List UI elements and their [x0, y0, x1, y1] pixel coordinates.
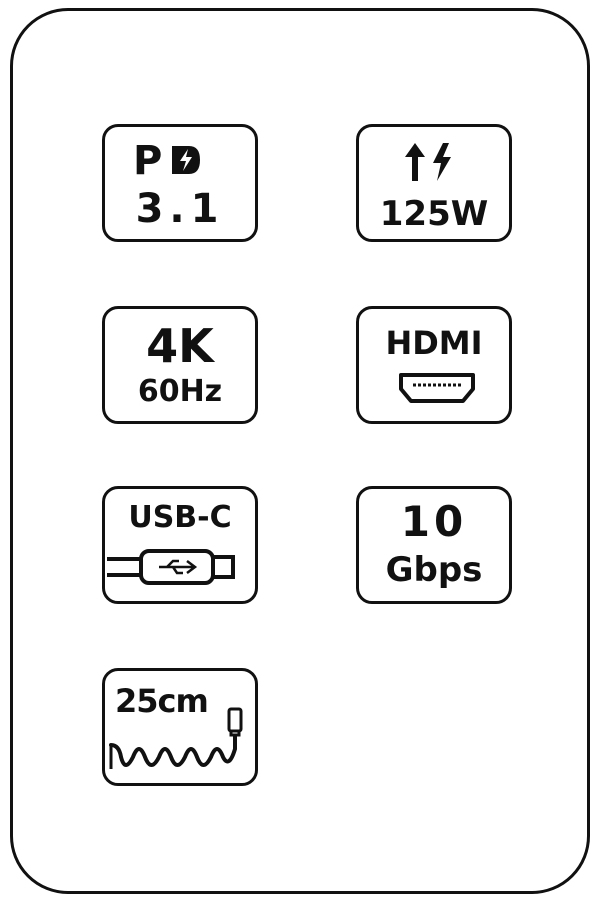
- power-value: 125W: [379, 194, 489, 234]
- usb-c-plug-icon: [107, 549, 235, 585]
- resolution-value: 4K: [146, 319, 214, 373]
- lightning-bolt-icon: [172, 146, 200, 174]
- speed-unit: Gbps: [385, 550, 483, 590]
- coiled-cable-icon: [109, 707, 243, 769]
- speed-badge: 10 Gbps: [356, 486, 512, 604]
- hdmi-port-icon: [399, 373, 475, 403]
- cable-length-badge: 25cm: [102, 668, 258, 786]
- hdmi-badge: HDMI: [356, 306, 512, 424]
- speed-value: 10: [400, 497, 468, 546]
- refresh-rate-value: 60Hz: [137, 374, 223, 409]
- usb-c-badge: USB-C: [102, 486, 258, 604]
- pd-badge: P 3.1 PD: [102, 124, 258, 242]
- pd-version: 3.1: [135, 186, 225, 232]
- hdmi-label: HDMI: [385, 324, 483, 362]
- power-badge: 125W: [356, 124, 512, 242]
- resolution-badge: 4K 60Hz: [102, 306, 258, 424]
- pd-label-p: P: [133, 138, 165, 184]
- up-arrow-lightning-icon: [405, 143, 451, 181]
- usb-c-label: USB-C: [128, 500, 232, 535]
